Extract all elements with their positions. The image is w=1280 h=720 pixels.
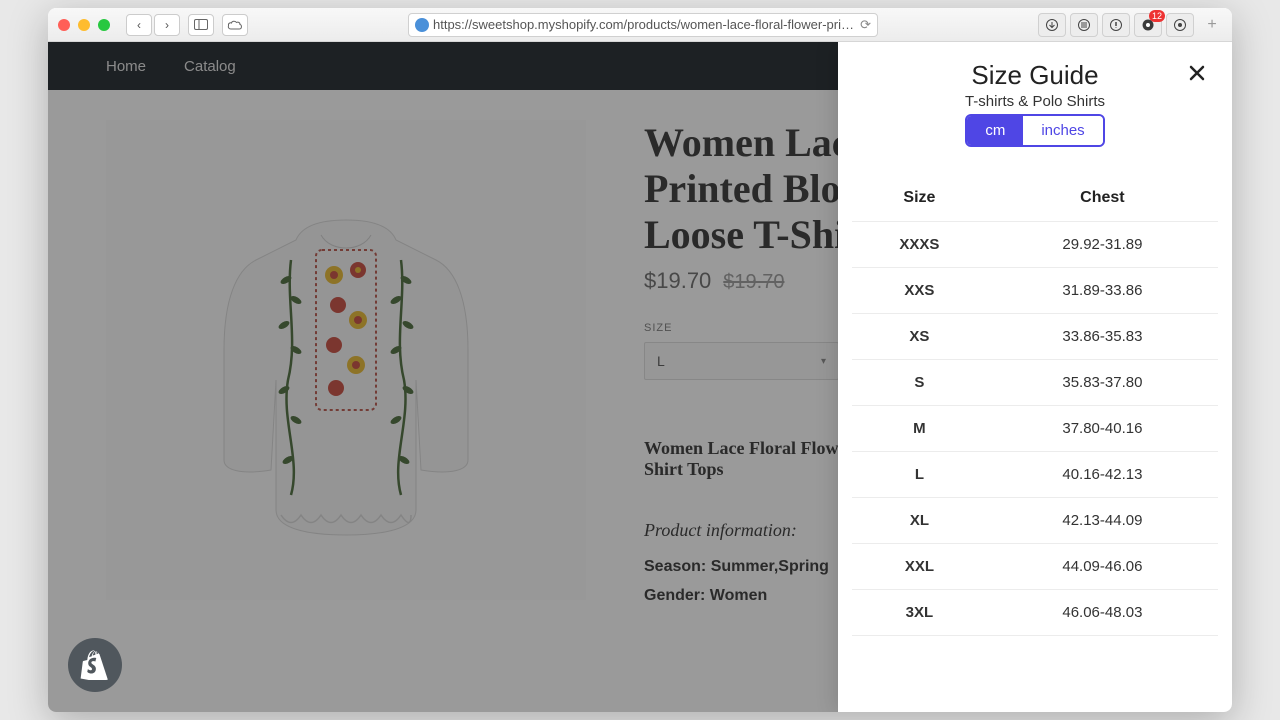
size-cell: XXS — [852, 268, 987, 314]
size-table: Size Chest XXXS29.92-31.89XXS31.89-33.86… — [852, 175, 1218, 636]
chest-cell: 35.83-37.80 — [987, 360, 1218, 406]
size-cell: XS — [852, 314, 987, 360]
table-row: 3XL46.06-48.03 — [852, 590, 1218, 636]
address-bar-wrap: https://sweetshop.myshopify.com/products… — [256, 13, 1030, 37]
table-row: XXXS29.92-31.89 — [852, 222, 1218, 268]
size-cell: L — [852, 452, 987, 498]
address-url: https://sweetshop.myshopify.com/products… — [433, 17, 856, 32]
size-guide-panel: Size Guide T-shirts & Polo Shirts cm inc… — [838, 42, 1232, 712]
table-row: XL42.13-44.09 — [852, 498, 1218, 544]
shopify-badge[interactable] — [68, 638, 122, 692]
window-zoom-button[interactable] — [98, 19, 110, 31]
size-cell: 3XL — [852, 590, 987, 636]
size-table-wrap[interactable]: Size Chest XXXS29.92-31.89XXS31.89-33.86… — [838, 175, 1232, 712]
size-guide-title: Size Guide — [862, 60, 1208, 91]
chest-cell: 31.89-33.86 — [987, 268, 1218, 314]
size-guide-subtitle: T-shirts & Polo Shirts — [862, 93, 1208, 110]
page-content: Home Catalog — [48, 42, 1232, 712]
forward-button[interactable]: › — [154, 14, 180, 36]
chest-cell: 42.13-44.09 — [987, 498, 1218, 544]
window-close-button[interactable] — [58, 19, 70, 31]
size-guide-close-button[interactable] — [1184, 60, 1210, 86]
browser-window: ‹ › https://sweetshop.myshopify.com/prod… — [48, 8, 1232, 712]
titlebar: ‹ › https://sweetshop.myshopify.com/prod… — [48, 8, 1232, 42]
cloud-icon — [227, 20, 243, 30]
window-minimize-button[interactable] — [78, 19, 90, 31]
sidebar-icon — [194, 19, 208, 30]
table-row: M37.80-40.16 — [852, 406, 1218, 452]
chest-cell: 40.16-42.13 — [987, 452, 1218, 498]
toolbar-right: 12 + — [1038, 13, 1222, 37]
reload-icon[interactable]: ⟳ — [860, 17, 871, 33]
close-icon — [1189, 65, 1205, 81]
extension-badge: 12 — [1149, 10, 1165, 22]
globe-icon — [415, 18, 429, 32]
table-row: L40.16-42.13 — [852, 452, 1218, 498]
chest-cell: 46.06-48.03 — [987, 590, 1218, 636]
size-cell: M — [852, 406, 987, 452]
chest-cell: 37.80-40.16 — [987, 406, 1218, 452]
size-cell: S — [852, 360, 987, 406]
unit-toggle: cm inches — [965, 114, 1104, 147]
nav-buttons: ‹ › — [126, 14, 180, 36]
chest-cell: 44.09-46.06 — [987, 544, 1218, 590]
unit-inches-button[interactable]: inches — [1023, 116, 1102, 145]
downloads-icon[interactable] — [1038, 13, 1066, 37]
table-row: XXL44.09-46.06 — [852, 544, 1218, 590]
table-row: XS33.86-35.83 — [852, 314, 1218, 360]
chest-cell: 33.86-35.83 — [987, 314, 1218, 360]
table-row: S35.83-37.80 — [852, 360, 1218, 406]
extension-icon-1[interactable] — [1070, 13, 1098, 37]
chest-col-header: Chest — [987, 175, 1218, 222]
new-tab-button[interactable]: + — [1202, 15, 1222, 35]
size-cell: XXXS — [852, 222, 987, 268]
sidebar-toggle-button[interactable] — [188, 14, 214, 36]
size-cell: XL — [852, 498, 987, 544]
cloud-tabs-button[interactable] — [222, 14, 248, 36]
size-cell: XXL — [852, 544, 987, 590]
extension-icon-4[interactable] — [1166, 13, 1194, 37]
size-col-header: Size — [852, 175, 987, 222]
extension-icon-2[interactable] — [1102, 13, 1130, 37]
address-bar[interactable]: https://sweetshop.myshopify.com/products… — [408, 13, 878, 37]
shopify-icon — [80, 650, 110, 680]
size-guide-header: Size Guide T-shirts & Polo Shirts cm inc… — [838, 42, 1232, 175]
traffic-lights — [58, 19, 110, 31]
extension-icon-3[interactable]: 12 — [1134, 13, 1162, 37]
unit-cm-button[interactable]: cm — [967, 116, 1023, 145]
back-button[interactable]: ‹ — [126, 14, 152, 36]
chest-cell: 29.92-31.89 — [987, 222, 1218, 268]
table-row: XXS31.89-33.86 — [852, 268, 1218, 314]
